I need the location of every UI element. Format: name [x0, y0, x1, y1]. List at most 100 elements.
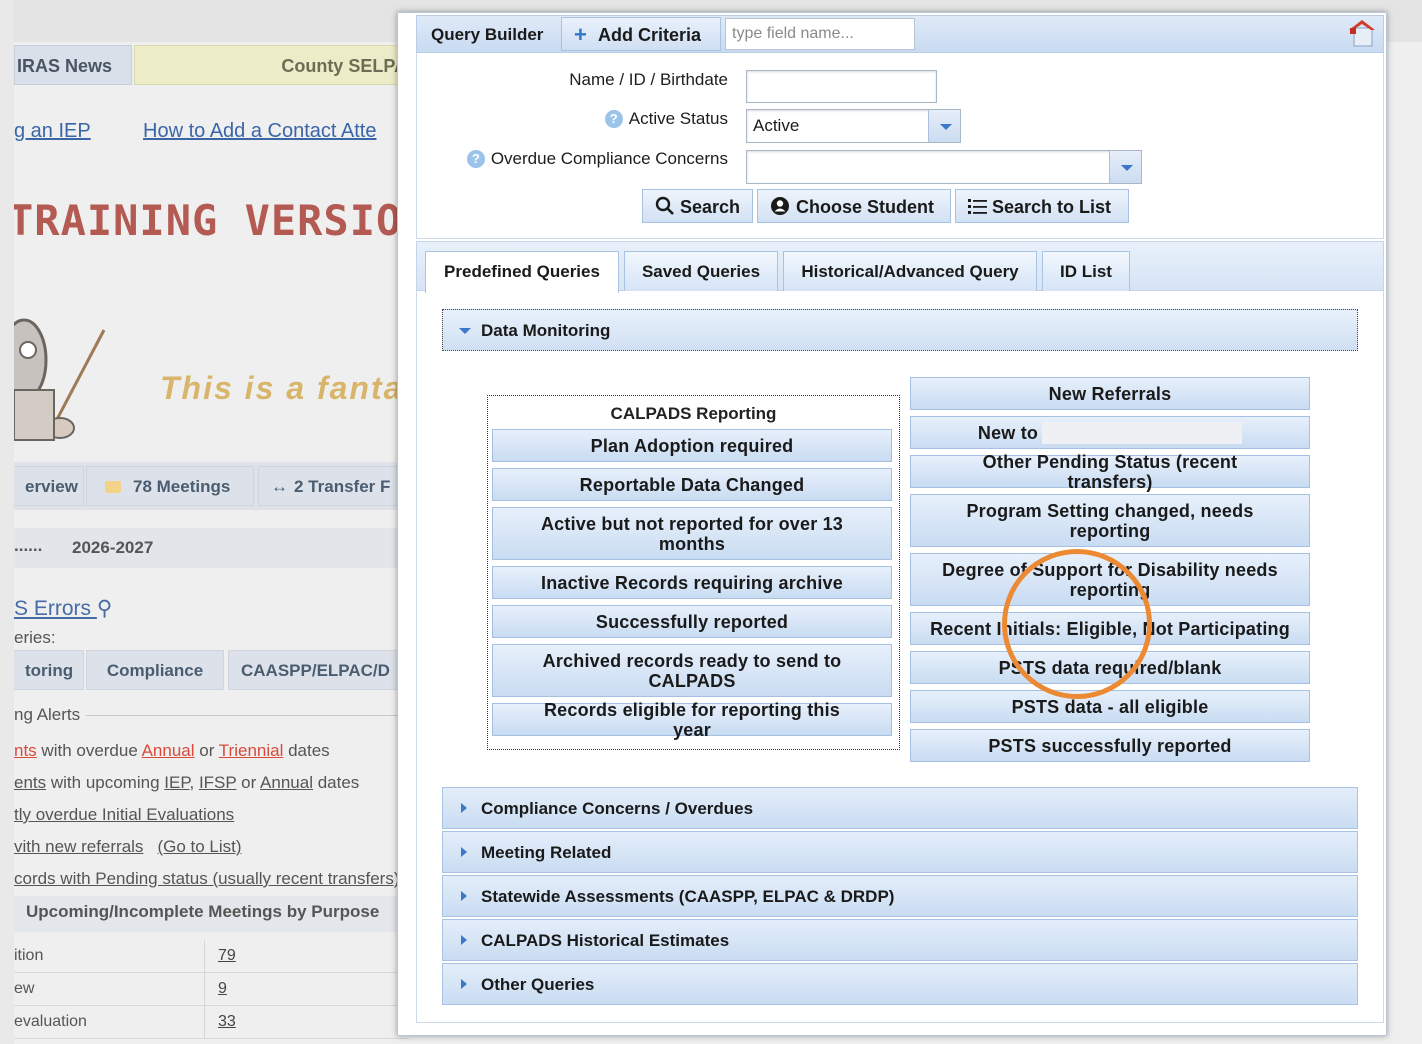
- bg-row-count[interactable]: 9: [218, 980, 227, 998]
- query-archived-ready-to-send[interactable]: Archived records ready to send to CALPAD…: [492, 644, 892, 697]
- query-active-not-reported[interactable]: Active but not reported for over 13 mont…: [492, 507, 892, 560]
- query-inactive-records-archive[interactable]: Inactive Records requiring archive: [492, 566, 892, 599]
- query-successfully-reported[interactable]: Successfully reported: [492, 605, 892, 638]
- search-to-list-label: Search to List: [992, 197, 1112, 217]
- chevron-down-icon[interactable]: [1109, 151, 1141, 183]
- bg-alerts-rule: [86, 715, 414, 716]
- bg-subtab-meetings[interactable]: 78 Meetings: [86, 466, 254, 506]
- bg-subtab-overview[interactable]: erview: [14, 466, 84, 506]
- tab-predefined-queries[interactable]: Predefined Queries: [425, 251, 619, 293]
- search-to-list-button[interactable]: Search to List: [955, 189, 1129, 223]
- bg-alert-overdue: nts with overdue Annual or Triennial dat…: [14, 741, 330, 761]
- bg-tab-county[interactable]: County SELPA: [134, 45, 414, 85]
- query-program-setting-changed[interactable]: Program Setting changed, needs reporting: [910, 494, 1310, 547]
- active-status-value: Active: [753, 116, 800, 135]
- help-icon[interactable]: ?: [466, 150, 485, 168]
- bg-alert-pending[interactable]: cords with Pending status (usually recen…: [14, 869, 400, 889]
- section-meeting-related[interactable]: Meeting Related: [442, 831, 1358, 873]
- search-button[interactable]: Search: [642, 189, 753, 223]
- chevron-down-icon[interactable]: [928, 110, 960, 142]
- bg-alert-link[interactable]: ents: [14, 773, 46, 792]
- bg-alert-text: or: [194, 741, 219, 760]
- bg-go-to-list-link[interactable]: (Go to List): [157, 837, 241, 856]
- section-data-monitoring[interactable]: Data Monitoring: [442, 309, 1358, 351]
- bg-minitab-caaspp[interactable]: CAASPP/ELPAC/D: [228, 650, 418, 690]
- bg-errors-link[interactable]: S Errors ⚲: [14, 596, 112, 621]
- arrows-icon: ↔: [271, 477, 288, 496]
- tab-id-list[interactable]: ID List: [1042, 251, 1130, 291]
- bg-tagline: This is a fantas: [160, 370, 424, 406]
- name-id-birthdate-input[interactable]: [746, 70, 937, 103]
- section-title: Meeting Related: [481, 843, 612, 862]
- query-new-to[interactable]: New to: [910, 416, 1310, 449]
- bg-subtab-meetings-label: 78 Meetings: [133, 477, 231, 496]
- query-psts-data-required[interactable]: PSTS data required/blank: [910, 651, 1310, 684]
- bg-alert-link-annual[interactable]: Annual: [260, 773, 313, 792]
- chevron-right-icon: [461, 979, 467, 989]
- active-status-label-wrap: ? Active Status: [604, 109, 728, 129]
- bg-meetings-header: Upcoming/Incomplete Meetings by Purpose: [14, 896, 414, 932]
- bg-minitab-monitoring[interactable]: toring: [14, 650, 84, 690]
- close-dialog-icon[interactable]: [1345, 18, 1379, 50]
- bg-errors-label: S Errors: [14, 597, 92, 620]
- bg-alert-text: dates: [312, 773, 360, 792]
- query-toolbar: Query Builder + Add Criteria: [416, 15, 1384, 53]
- query-new-referrals[interactable]: New Referrals: [910, 377, 1310, 410]
- section-compliance-concerns[interactable]: Compliance Concerns / Overdues: [442, 787, 1358, 829]
- toolbar-title: Query Builder: [431, 25, 544, 44]
- section-statewide-assessments[interactable]: Statewide Assessments (CAASPP, ELPAC & D…: [442, 875, 1358, 917]
- choose-student-button[interactable]: Choose Student: [757, 189, 951, 223]
- bg-alert-initial-evals[interactable]: tly overdue Initial Evaluations: [14, 805, 234, 825]
- bg-alert-link[interactable]: vith new referrals: [14, 837, 143, 856]
- section-title: Compliance Concerns / Overdues: [481, 799, 754, 818]
- active-status-label: Active Status: [628, 109, 728, 128]
- bg-alert-link-ifsp[interactable]: IFSP: [199, 773, 236, 792]
- bg-alert-link[interactable]: nts: [14, 741, 37, 760]
- section-other-queries[interactable]: Other Queries: [442, 963, 1358, 1005]
- add-criteria-label: Add Criteria: [598, 25, 702, 45]
- bg-alert-link-iep[interactable]: IEP: [164, 773, 189, 792]
- chevron-down-icon: [459, 328, 471, 334]
- bg-alert-link-triennial[interactable]: Triennial: [219, 741, 284, 760]
- bg-row-label: ition: [14, 947, 44, 964]
- tab-historical-advanced-query[interactable]: Historical/Advanced Query: [783, 251, 1037, 291]
- bg-tab-news[interactable]: IRAS News: [14, 45, 132, 85]
- bg-alert-link-annual[interactable]: Annual: [142, 741, 195, 760]
- bg-minitab-compliance[interactable]: Compliance: [86, 650, 224, 690]
- bg-school-year: 2026-2027: [72, 538, 154, 557]
- active-status-select[interactable]: Active: [746, 109, 961, 143]
- add-criteria-button[interactable]: + Add Criteria: [561, 17, 721, 51]
- bg-row-count[interactable]: 79: [218, 947, 236, 965]
- query-records-eligible-this-year[interactable]: Records eligible for reporting this year: [492, 700, 892, 740]
- bg-year-prefix: ......: [14, 536, 43, 555]
- section-title: Statewide Assessments (CAASPP, ELPAC & D…: [481, 887, 895, 906]
- bg-link-contact[interactable]: How to Add a Contact Atte: [143, 120, 376, 143]
- chevron-right-icon: [461, 935, 467, 945]
- query-degree-of-support[interactable]: Degree of Support for Disability needs r…: [910, 553, 1310, 606]
- query-plan-adoption-required[interactable]: Plan Adoption required: [492, 429, 892, 462]
- bg-queries-label: eries:: [14, 628, 56, 647]
- bg-row-count[interactable]: 33: [218, 1013, 236, 1031]
- query-other-pending-status[interactable]: Other Pending Status (recent transfers): [910, 452, 1310, 492]
- section-title: CALPADS Historical Estimates: [481, 931, 730, 950]
- chevron-right-icon: [461, 847, 467, 857]
- query-reportable-data-changed[interactable]: Reportable Data Changed: [492, 468, 892, 501]
- search-icon: ⚲: [96, 597, 113, 620]
- chevron-right-icon: [461, 891, 467, 901]
- query-psts-all-eligible[interactable]: PSTS data - all eligible: [910, 690, 1310, 723]
- bg-link-iep[interactable]: g an IEP: [14, 120, 91, 143]
- query-psts-successfully-reported[interactable]: PSTS successfully reported: [910, 729, 1310, 762]
- table-row: ition 79: [14, 940, 409, 973]
- tab-saved-queries[interactable]: Saved Queries: [624, 251, 778, 291]
- bg-subtab-transfer[interactable]: ↔ 2 Transfer F: [258, 466, 418, 506]
- overdue-compliance-select[interactable]: [746, 150, 1142, 184]
- field-name-input[interactable]: [725, 18, 915, 50]
- bg-alert-text: or: [236, 773, 261, 792]
- query-recent-initials-eligible[interactable]: Recent Initials: Eligible, Not Participa…: [910, 612, 1310, 645]
- help-icon[interactable]: ?: [604, 110, 623, 128]
- section-calpads-historical[interactable]: CALPADS Historical Estimates: [442, 919, 1358, 961]
- chevron-right-icon: [461, 803, 467, 813]
- bg-row-label: ew: [14, 980, 35, 997]
- choose-student-label: Choose Student: [796, 197, 934, 217]
- user-icon: [771, 197, 789, 215]
